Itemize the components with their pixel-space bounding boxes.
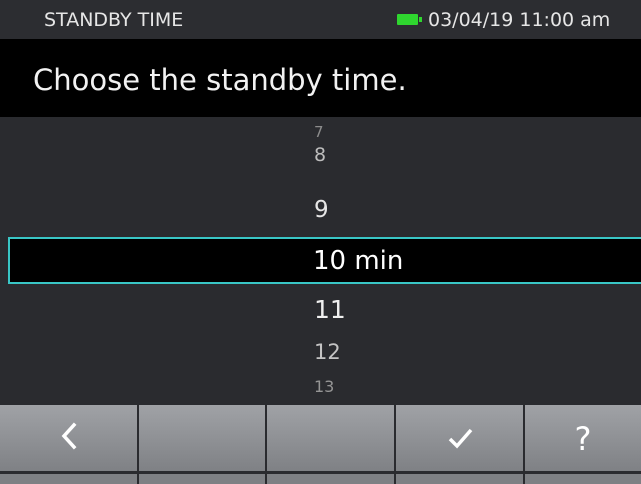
picker-option-label: 13: [314, 377, 335, 396]
prompt-text: Choose the standby time.: [33, 63, 407, 97]
picker-option-12[interactable]: 12: [0, 340, 641, 368]
picker-option-label: 9: [314, 197, 329, 223]
date-time: 03/04/19 11:00 am: [428, 9, 611, 31]
softkey-bar: ?: [0, 405, 641, 484]
picker-option-9[interactable]: 9: [0, 197, 641, 227]
softkey-3-base: [267, 474, 396, 484]
softkey-2-button[interactable]: [139, 405, 267, 471]
check-icon: [448, 428, 473, 449]
picker-selected-option[interactable]: 10 min: [8, 237, 641, 284]
picker-option-label: 12: [314, 340, 341, 364]
softkey-1-base: [0, 474, 139, 484]
back-button[interactable]: [0, 405, 139, 471]
screen: STANDBY TIME 03/04/19 11:00 am Choose th…: [0, 0, 641, 484]
prompt-banner: Choose the standby time.: [0, 39, 641, 117]
softkey-5-base: [525, 474, 641, 484]
picker-option-8[interactable]: 8: [0, 144, 641, 168]
help-button[interactable]: ?: [525, 405, 641, 471]
help-icon: ?: [574, 420, 592, 458]
standby-time-picker[interactable]: 7 8 9 10 min 11 12 13: [0, 117, 641, 405]
status-bar: STANDBY TIME 03/04/19 11:00 am: [0, 0, 641, 39]
picker-option-7[interactable]: 7: [0, 123, 641, 143]
picker-option-13[interactable]: 13: [0, 377, 641, 399]
picker-option-11[interactable]: 11: [0, 295, 641, 327]
back-chevron-icon: [61, 422, 77, 450]
softkey-4-base: [396, 474, 525, 484]
picker-option-label: 11: [314, 295, 346, 324]
softkey-2-base: [139, 474, 267, 484]
picker-option-label: 8: [314, 144, 327, 166]
screen-title: STANDBY TIME: [44, 9, 184, 31]
softkey-3-button[interactable]: [267, 405, 396, 471]
confirm-button[interactable]: [396, 405, 525, 471]
selected-value: 10 min: [313, 246, 404, 276]
picker-option-label: 7: [314, 123, 324, 141]
battery-full-icon: [397, 14, 422, 25]
